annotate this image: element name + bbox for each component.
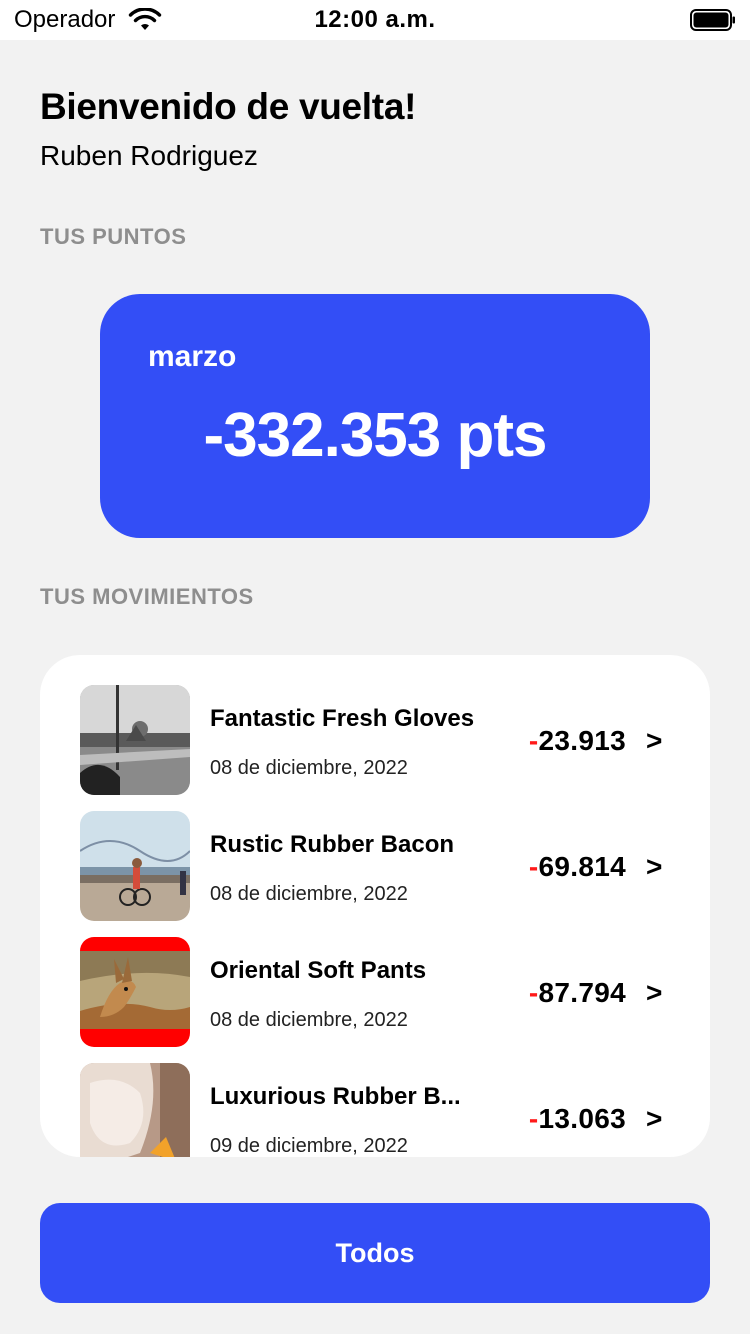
points-month: marzo xyxy=(148,340,237,373)
status-time: 12:00 a.m. xyxy=(314,6,436,33)
chevron-right-icon[interactable]: > xyxy=(646,725,662,757)
movement-amount: -69.814 xyxy=(529,851,626,883)
movement-title: Fantastic Fresh Gloves xyxy=(210,705,475,732)
movement-thumbnail xyxy=(80,685,190,795)
battery-icon xyxy=(690,9,735,31)
chevron-right-icon[interactable]: > xyxy=(646,1103,662,1135)
movement-row[interactable]: Luxurious Rubber B... 09 de diciembre, 2… xyxy=(40,1063,710,1157)
movement-title: Luxurious Rubber B... xyxy=(210,1083,461,1110)
movement-date: 08 de diciembre, 2022 xyxy=(210,1009,408,1031)
points-value: -332.353 pts xyxy=(203,401,548,470)
amount-value: 87.794 xyxy=(538,977,626,1008)
chevron-right-icon[interactable]: > xyxy=(646,977,662,1009)
movement-amount: -13.063 xyxy=(529,1103,626,1135)
movements-list[interactable]: Fantastic Fresh Gloves 08 de diciembre, … xyxy=(40,655,710,1157)
points-section-label: TUS PUNTOS xyxy=(40,224,187,249)
movement-row[interactable]: Fantastic Fresh Gloves 08 de diciembre, … xyxy=(40,685,710,795)
movement-amount: -23.913 xyxy=(529,725,626,757)
amount-sign: - xyxy=(528,1103,539,1134)
amount-value: 23.913 xyxy=(538,725,626,756)
movement-thumbnail xyxy=(80,937,190,1047)
user-name: Ruben Rodriguez xyxy=(40,140,258,171)
amount-value: 69.814 xyxy=(538,851,626,882)
movements-section-label: TUS MOVIMIENTOS xyxy=(40,584,254,609)
welcome-title: Bienvenido de vuelta! xyxy=(40,86,417,127)
movement-thumbnail xyxy=(80,1063,190,1157)
amount-sign: - xyxy=(528,977,539,1008)
status-bar: Operador 12:00 a.m. xyxy=(0,0,750,40)
movement-amount: -87.794 xyxy=(529,977,626,1009)
amount-sign: - xyxy=(528,725,539,756)
movement-date: 08 de diciembre, 2022 xyxy=(210,883,408,905)
movement-date: 09 de diciembre, 2022 xyxy=(210,1135,408,1157)
movement-thumbnail xyxy=(80,811,190,921)
amount-value: 13.063 xyxy=(538,1103,626,1134)
amount-sign: - xyxy=(528,851,539,882)
chevron-right-icon[interactable]: > xyxy=(646,851,662,883)
movement-row[interactable]: Oriental Soft Pants 08 de diciembre, 202… xyxy=(40,937,710,1047)
all-movements-button[interactable]: Todos xyxy=(40,1203,710,1303)
movement-title: Rustic Rubber Bacon xyxy=(210,831,455,858)
movement-title: Oriental Soft Pants xyxy=(210,957,427,984)
movement-row[interactable]: Rustic Rubber Bacon 08 de diciembre, 202… xyxy=(40,811,710,921)
points-card: marzo -332.353 pts xyxy=(100,294,650,538)
movement-date: 08 de diciembre, 2022 xyxy=(210,757,408,779)
